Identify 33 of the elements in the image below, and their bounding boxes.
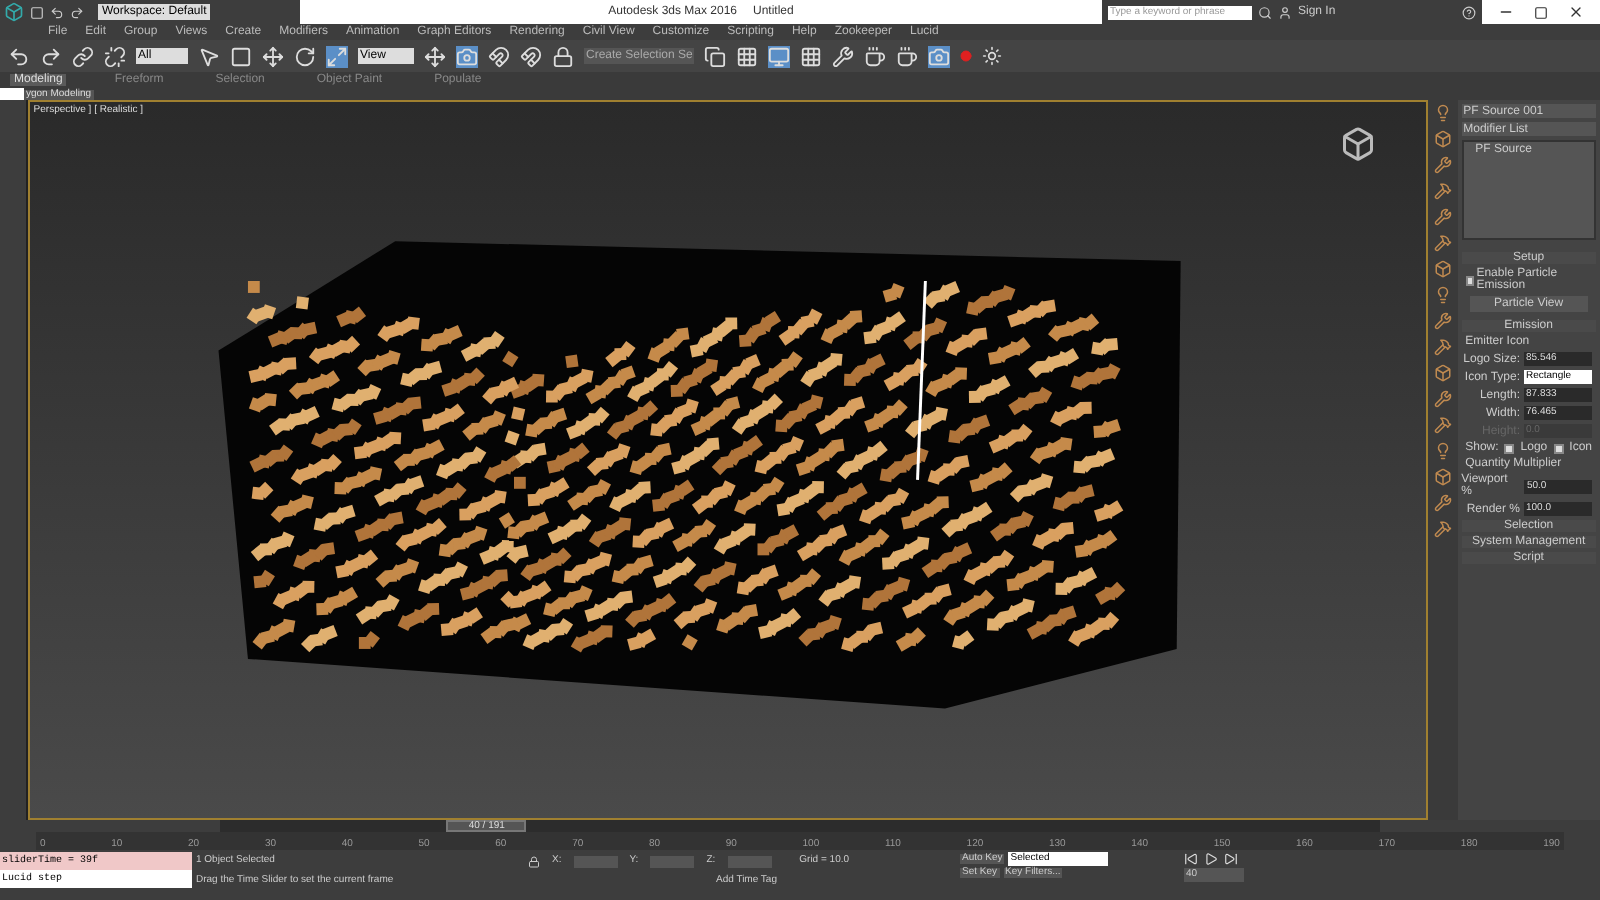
coordinate-field[interactable]: [727, 855, 772, 867]
scale-icon[interactable]: [326, 45, 348, 67]
search-icon[interactable]: [1258, 5, 1272, 19]
lock-icon[interactable]: [552, 45, 574, 67]
select-icon[interactable]: [198, 45, 220, 67]
new-file-icon[interactable]: [30, 5, 44, 19]
user-icon[interactable]: [1278, 5, 1292, 19]
magnet-icon[interactable]: [488, 45, 510, 67]
go-to-end-icon[interactable]: [1224, 852, 1238, 866]
blank-panel: [0, 88, 24, 100]
play-icon[interactable]: [1204, 852, 1218, 866]
coordinate-field[interactable]: [573, 855, 618, 867]
checkbox[interactable]: [1553, 443, 1564, 453]
unlink-icon[interactable]: [104, 45, 126, 67]
maximize-icon[interactable]: [1534, 5, 1548, 19]
close-icon[interactable]: [1568, 4, 1584, 20]
help-icon[interactable]: [1462, 5, 1476, 19]
app-logo-icon[interactable]: [4, 2, 24, 22]
link-icon[interactable]: [72, 45, 94, 67]
go-to-start-icon[interactable]: [1184, 852, 1198, 866]
move-icon[interactable]: [262, 45, 284, 67]
rotate-icon[interactable]: [294, 45, 316, 67]
region-select-icon[interactable]: [230, 45, 252, 67]
lock-icon[interactable]: [528, 855, 540, 867]
redo-icon[interactable]: [40, 45, 62, 67]
coordinate-field[interactable]: [650, 855, 695, 867]
undo-icon[interactable]: [8, 45, 30, 67]
checkbox[interactable]: [1504, 443, 1515, 453]
undo-icon[interactable]: [50, 5, 64, 19]
camera-icon[interactable]: [456, 45, 478, 67]
checkbox[interactable]: [1465, 275, 1475, 285]
redo-icon[interactable]: [70, 5, 84, 19]
viewcube-icon[interactable]: [1339, 126, 1376, 162]
